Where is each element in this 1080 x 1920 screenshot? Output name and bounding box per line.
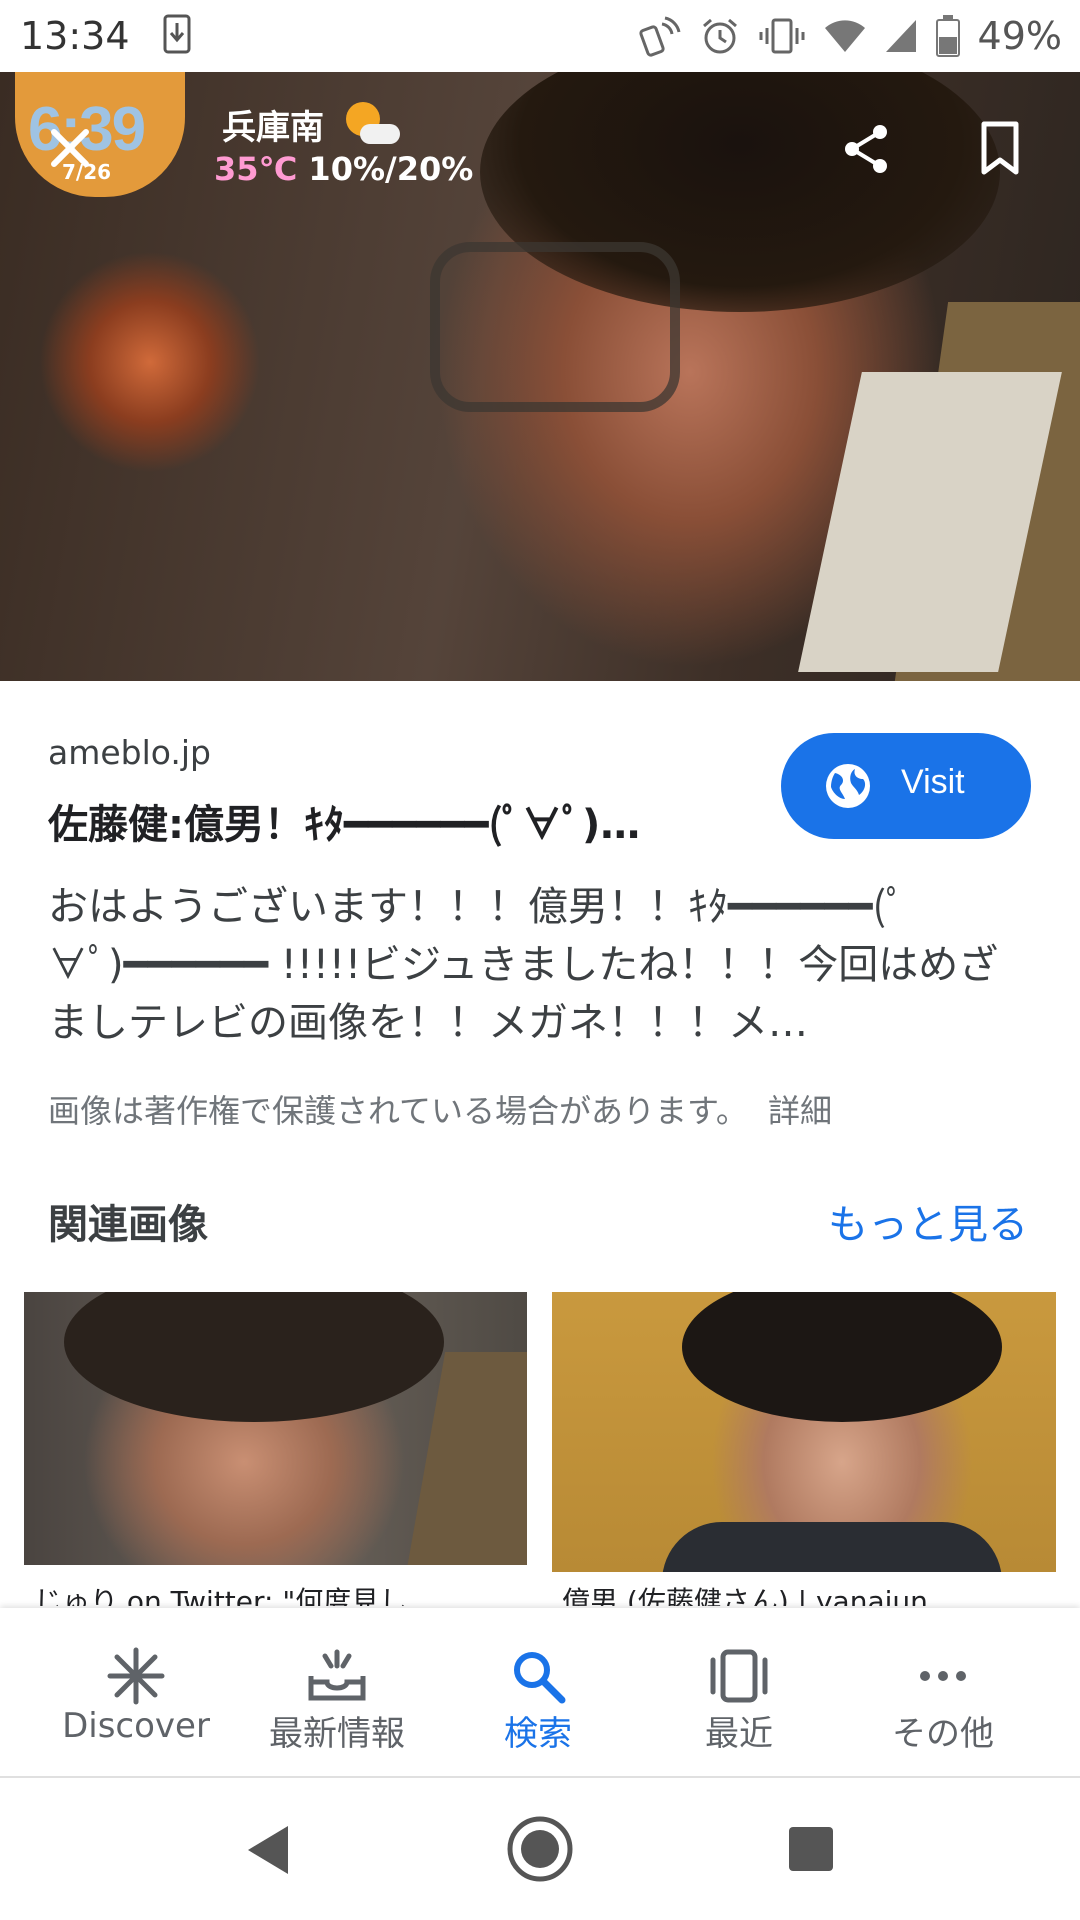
visit-label: Visit	[901, 763, 965, 801]
status-icons: 49%	[638, 12, 1062, 60]
wifi-icon	[824, 20, 865, 52]
asterisk-icon	[107, 1647, 165, 1705]
nav-more-label: その他	[892, 1714, 994, 1754]
hero-image: 6:39 7/26 兵庫南 35℃ 10%/20%	[0, 72, 1080, 681]
status-bar: 13:34 49%	[0, 0, 1080, 72]
copyright-details-link[interactable]: 詳細	[768, 1092, 832, 1130]
tv-weather-temp: 35℃	[214, 150, 298, 188]
source-domain[interactable]: ameblo.jp	[48, 733, 211, 772]
close-icon[interactable]	[38, 116, 102, 180]
nav-recent[interactable]: 最近	[639, 1608, 839, 1778]
vibrate-icon	[759, 18, 805, 54]
weather-cloud-icon	[360, 124, 400, 144]
result-title[interactable]: 佐藤健:億男！ｷﾀ━━━━━━(ﾟ∀ﾟ)…	[48, 792, 768, 850]
more-dots-icon	[920, 1671, 966, 1681]
battery-icon	[935, 15, 960, 57]
result-description: おはようございます！！！億男！！ｷﾀ━━━━━━(ﾟ∀ﾟ)━━━━━━ !!!!…	[48, 884, 999, 1046]
visit-button[interactable]: Visit	[781, 733, 1031, 839]
overview-icon[interactable]	[786, 1824, 836, 1874]
thumb-coat-shape	[402, 1352, 527, 1565]
related-image-1[interactable]	[24, 1292, 527, 1565]
back-icon[interactable]	[242, 1822, 292, 1878]
nav-more[interactable]: その他	[843, 1608, 1043, 1778]
tv-weather-precip: 10%/20%	[308, 150, 474, 188]
search-icon	[514, 1652, 566, 1704]
see-more-link[interactable]: もっと見る	[828, 1192, 1028, 1250]
nav-search[interactable]: 検索	[438, 1608, 638, 1778]
nav-updates[interactable]: 最新情報	[237, 1608, 437, 1778]
tv-weather-values: 35℃ 10%/20%	[214, 150, 473, 188]
hero-glasses-shape	[430, 242, 680, 412]
copyright-notice: 画像は著作権で保護されている場合があります。 詳細	[48, 1086, 832, 1132]
status-time: 13:34	[20, 14, 130, 58]
nfc-icon	[638, 16, 681, 57]
download-notification-icon	[163, 14, 191, 54]
system-navigation-bar	[0, 1778, 1080, 1920]
copyright-text: 画像は著作権で保護されている場合があります。	[48, 1092, 748, 1130]
home-icon[interactable]	[505, 1814, 575, 1884]
nav-discover-label: Discover	[62, 1706, 210, 1746]
related-images-heading: 関連画像	[48, 1202, 208, 1248]
related-image-1-caption[interactable]: じゅり on Twitter: "何度見し	[34, 1580, 514, 1606]
recent-cards-icon	[710, 1649, 768, 1703]
bookmark-icon[interactable]	[976, 118, 1024, 178]
share-icon[interactable]	[838, 120, 896, 178]
related-image-2[interactable]	[552, 1292, 1056, 1572]
thumb-hair-shape	[64, 1292, 444, 1422]
alarm-icon	[702, 18, 737, 54]
bottom-navigation: Discover 最新情報 検索 最近 その他	[0, 1608, 1080, 1778]
updates-tray-icon	[308, 1649, 366, 1701]
nav-discover[interactable]: Discover	[36, 1608, 236, 1778]
globe-icon	[826, 764, 870, 808]
battery-percentage: 49%	[977, 14, 1062, 58]
nav-search-label: 検索	[504, 1714, 572, 1754]
thumb-hair-shape	[682, 1292, 1002, 1422]
nav-recent-label: 最近	[705, 1714, 773, 1754]
nav-updates-label: 最新情報	[269, 1714, 405, 1754]
thumb-suit-shape	[662, 1522, 1002, 1572]
cell-signal-icon	[885, 20, 916, 52]
tv-weather-region: 兵庫南	[222, 108, 324, 148]
related-image-2-caption[interactable]: 億男 (佐藤健さん) | yanaiun	[562, 1580, 1042, 1606]
